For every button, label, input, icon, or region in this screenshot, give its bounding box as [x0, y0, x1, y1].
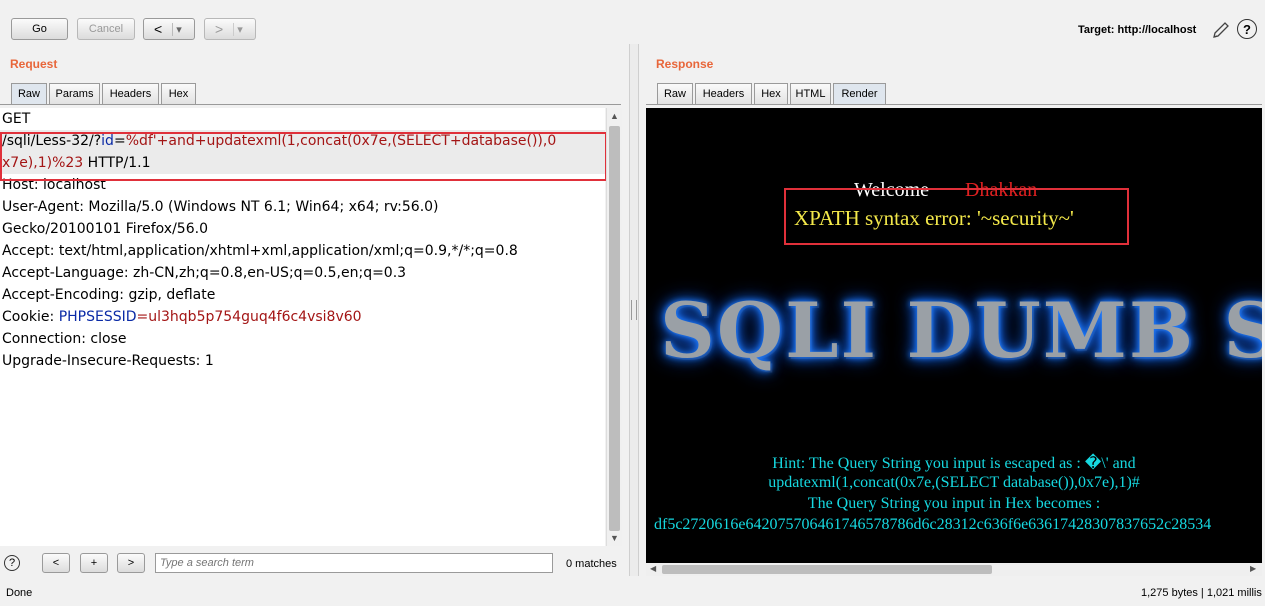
tab-response-hex[interactable]: Hex — [754, 83, 788, 104]
request-scrollbar[interactable]: ▲ ▼ — [606, 108, 622, 546]
request-line: Connection: close — [2, 331, 127, 347]
status-bytes-time: 1,275 bytes | 1,021 millis — [1141, 587, 1262, 599]
request-line: GET — [2, 111, 31, 127]
forward-button[interactable]: > ▾ — [204, 18, 256, 40]
search-help-icon[interactable]: ? — [4, 555, 20, 571]
request-scroll-thumb[interactable] — [609, 126, 620, 531]
search-next-button[interactable]: > — [117, 553, 145, 573]
scroll-up-icon[interactable]: ▲ — [610, 111, 619, 121]
search-add-button[interactable]: + — [80, 553, 108, 573]
hint-line: df5c2720616e642075706461746578786d6c2831… — [654, 516, 1212, 533]
response-scroll-thumb[interactable] — [662, 565, 992, 574]
response-scrollbar[interactable]: ◀ ▶ — [646, 563, 1262, 576]
request-line: Accept: text/html,application/xhtml+xml,… — [2, 243, 518, 259]
hint-line: updatexml(1,concat(0x7e,(SELECT database… — [768, 474, 1140, 491]
tab-request-headers[interactable]: Headers — [102, 83, 159, 104]
request-highlight-box — [0, 132, 607, 181]
hint-line: Hint: The Query String you input is esca… — [772, 455, 1136, 472]
scroll-right-icon[interactable]: ▶ — [1250, 564, 1256, 573]
search-matches: 0 matches — [566, 558, 617, 570]
back-button[interactable]: < ▾ — [143, 18, 195, 40]
request-line: Upgrade-Insecure-Requests: 1 — [2, 353, 214, 369]
error-highlight-box — [784, 188, 1129, 245]
scroll-down-icon[interactable]: ▼ — [610, 533, 619, 543]
forward-arrow-icon: > — [215, 21, 224, 37]
forward-dropdown-icon: ▾ — [233, 22, 243, 36]
edit-target-icon[interactable] — [1211, 20, 1231, 40]
splitter-grip-icon — [631, 300, 637, 320]
request-title: Request — [10, 57, 58, 71]
request-line: Accept-Encoding: gzip, deflate — [2, 287, 216, 303]
cancel-button[interactable]: Cancel — [77, 18, 135, 40]
request-line: Accept-Language: zh-CN,zh;q=0.8,en-US;q=… — [2, 265, 407, 281]
target-label: Target: http://localhost — [1078, 24, 1197, 36]
tab-response-headers[interactable]: Headers — [695, 83, 752, 104]
tab-response-render[interactable]: Render — [833, 83, 886, 104]
request-line: User-Agent: Mozilla/5.0 (Windows NT 6.1;… — [2, 199, 439, 215]
tab-request-params[interactable]: Params — [49, 83, 100, 104]
request-line: Cookie: PHPSESSID=ul3hqb5p754guq4f6c4vsi… — [2, 309, 362, 325]
back-dropdown-icon: ▾ — [172, 22, 182, 36]
response-title: Response — [656, 57, 714, 71]
status-done: Done — [6, 587, 33, 599]
search-prev-button[interactable]: < — [42, 553, 70, 573]
help-icon[interactable]: ? — [1237, 19, 1257, 39]
render-view: Welcome Dhakkan XPATH syntax error: '~se… — [646, 108, 1262, 563]
tab-request-raw[interactable]: Raw — [11, 83, 47, 104]
go-button[interactable]: Go — [11, 18, 68, 40]
scroll-left-icon[interactable]: ◀ — [650, 564, 656, 573]
back-arrow-icon: < — [154, 21, 163, 37]
hint-line: The Query String you input in Hex become… — [807, 495, 1101, 512]
tab-response-html[interactable]: HTML — [790, 83, 831, 104]
tab-request-hex[interactable]: Hex — [161, 83, 196, 104]
tab-response-raw[interactable]: Raw — [657, 83, 693, 104]
sqli-dumb-banner: SQLI DUMB S — [660, 286, 1262, 375]
search-input[interactable] — [155, 553, 553, 573]
request-line: Gecko/20100101 Firefox/56.0 — [2, 221, 208, 237]
